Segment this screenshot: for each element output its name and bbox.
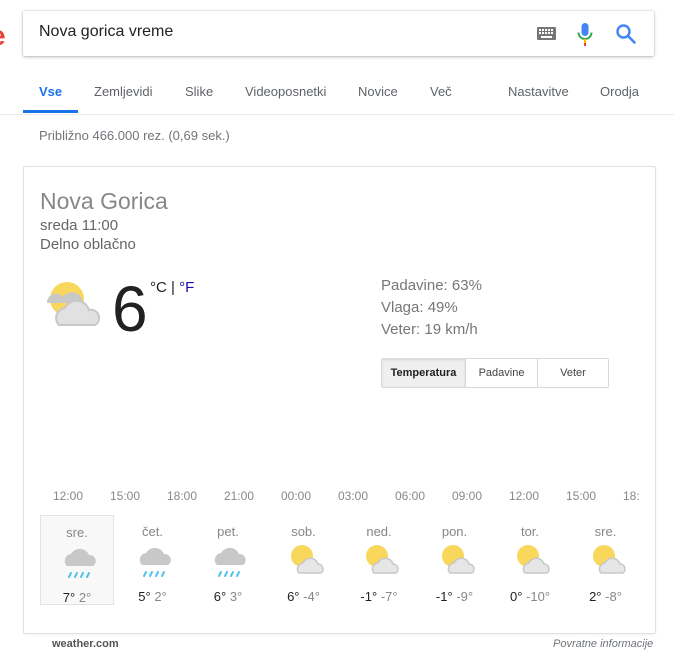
hour-label: 18: <box>623 489 640 503</box>
forecast-day[interactable]: ned. -1° -7° <box>342 515 416 605</box>
day-high: 7° <box>62 590 76 605</box>
partly-cloudy-icon <box>46 282 100 326</box>
hour-label: 15:00 <box>566 489 597 503</box>
forecast-day[interactable]: sre. 7° 2° <box>40 515 114 605</box>
tab-novice[interactable]: Novice <box>358 84 398 99</box>
weather-datetime: sreda 11:00 <box>40 217 119 234</box>
day-high: 6° <box>287 589 300 604</box>
day-high: 6° <box>213 589 227 604</box>
search-tabs: Vse Zemljevidi Slike Videoposnetki Novic… <box>0 66 674 115</box>
precipitation-tab[interactable]: Padavine <box>466 359 538 387</box>
unit-celsius[interactable]: °C <box>150 279 167 296</box>
chart-mode-toggle: Temperatura Padavine Veter <box>381 358 609 388</box>
search-icon[interactable] <box>615 23 637 45</box>
day-temperatures: -1° -9° <box>418 589 492 604</box>
result-stats: Približno 466.000 rez. (0,69 sek.) <box>39 128 230 143</box>
active-tab-indicator <box>23 110 78 113</box>
hour-label: 06:00 <box>395 489 426 503</box>
search-input[interactable]: Nova gorica vreme <box>39 23 173 41</box>
day-name: čet. <box>142 524 163 539</box>
rain-icon <box>64 548 96 578</box>
forecast-day[interactable]: sob. 6° -4° <box>267 515 341 605</box>
day-temperatures: 5° 2° <box>116 589 190 604</box>
feedback-link[interactable]: Povratne informacije <box>553 638 653 650</box>
hour-label: 09:00 <box>452 489 483 503</box>
day-temperatures: 2° -8° <box>569 589 643 604</box>
unit-separator: | <box>166 279 180 296</box>
day-high: 2° <box>589 589 602 604</box>
tab-orodja[interactable]: Orodja <box>600 84 639 99</box>
hour-label: 21:00 <box>224 489 255 503</box>
day-temperatures: 0° -10° <box>493 589 567 604</box>
tab-slike[interactable]: Slike <box>185 84 213 99</box>
day-high: 0° <box>509 589 523 604</box>
partly-cloudy-icon <box>290 545 324 574</box>
temperature-units: °C | °F <box>150 279 194 296</box>
humidity-stat: Vlaga: 49% <box>381 299 458 316</box>
day-low: -7° <box>380 589 398 604</box>
search-box[interactable]: Nova gorica vreme <box>23 11 654 56</box>
partly-cloudy-icon <box>441 545 475 574</box>
day-name: pon. <box>441 524 468 539</box>
keyboard-icon[interactable] <box>537 27 556 40</box>
google-logo-fragment[interactable]: e <box>0 22 6 48</box>
weather-card: Nova Gorica sreda 11:00 Delno oblačno 6 … <box>23 166 656 634</box>
tab-vec[interactable]: Več <box>430 84 452 99</box>
tab-videoposnetki[interactable]: Videoposnetki <box>245 84 326 99</box>
day-name: sre. <box>66 525 88 540</box>
precipitation-stat: Padavine: 63% <box>381 277 482 294</box>
day-low: -9° <box>456 589 474 604</box>
weather-condition: Delno oblačno <box>40 236 136 253</box>
hour-label: 15:00 <box>110 489 141 503</box>
hour-label: 12:00 <box>53 489 84 503</box>
day-temperatures: 6° 3° <box>191 589 265 604</box>
day-high: -1° <box>435 589 453 604</box>
microphone-icon[interactable] <box>576 22 594 46</box>
forecast-day[interactable]: pon. -1° -9° <box>418 515 492 605</box>
wind-stat: Veter: 19 km/h <box>381 321 478 338</box>
hour-label: 00:00 <box>281 489 312 503</box>
hour-label: 18:00 <box>167 489 198 503</box>
day-name: sob. <box>291 524 316 539</box>
hour-label: 12:00 <box>509 489 540 503</box>
tab-zemljevidi[interactable]: Zemljevidi <box>94 84 153 99</box>
day-name: sre. <box>594 524 617 539</box>
tab-nastavitve[interactable]: Nastavitve <box>508 84 569 99</box>
day-temperatures: -1° -7° <box>342 589 416 604</box>
forecast-day[interactable]: tor. 0° -10° <box>493 515 567 605</box>
rain-icon <box>139 547 171 577</box>
day-low: -10° <box>526 589 551 604</box>
day-temperatures: 6° -4° <box>267 589 341 604</box>
unit-fahrenheit[interactable]: °F <box>179 279 194 296</box>
day-low: 2° <box>154 589 167 604</box>
partly-cloudy-icon <box>366 545 399 574</box>
day-low: 3° <box>229 589 243 604</box>
hour-axis: 12:00 15:00 18:00 21:00 00:00 03:00 06:0… <box>24 489 655 505</box>
partly-cloudy-icon <box>592 545 626 574</box>
day-name: pet. <box>217 524 239 539</box>
forecast-day[interactable]: čet. 5° 2° <box>116 515 190 605</box>
day-name: tor. <box>520 524 540 539</box>
day-low: 2° <box>78 590 92 605</box>
day-low: -8° <box>605 589 622 604</box>
day-name: ned. <box>366 524 392 539</box>
hour-label: 03:00 <box>338 489 369 503</box>
rain-icon <box>214 547 246 577</box>
weather-location: Nova Gorica <box>40 188 168 214</box>
temperature-tab[interactable]: Temperatura <box>382 359 466 387</box>
wind-tab[interactable]: Veter <box>538 359 608 387</box>
daily-forecast: sre. 7° 2° čet. 5° 2° pet. 6° 3° sob. 6° -4° ned… <box>40 515 640 607</box>
tab-vse[interactable]: Vse <box>39 84 62 99</box>
current-temperature: 6 <box>112 273 148 345</box>
forecast-day[interactable]: sre. 2° -8° <box>569 515 643 605</box>
day-temperatures: 7° 2° <box>41 590 113 605</box>
weather-source-link[interactable]: weather.com <box>52 638 119 650</box>
forecast-day[interactable]: pet. 6° 3° <box>191 515 265 605</box>
partly-cloudy-icon <box>517 545 550 574</box>
day-low: -4° <box>303 589 320 604</box>
day-high: 5° <box>138 589 151 604</box>
day-high: -1° <box>360 589 378 604</box>
